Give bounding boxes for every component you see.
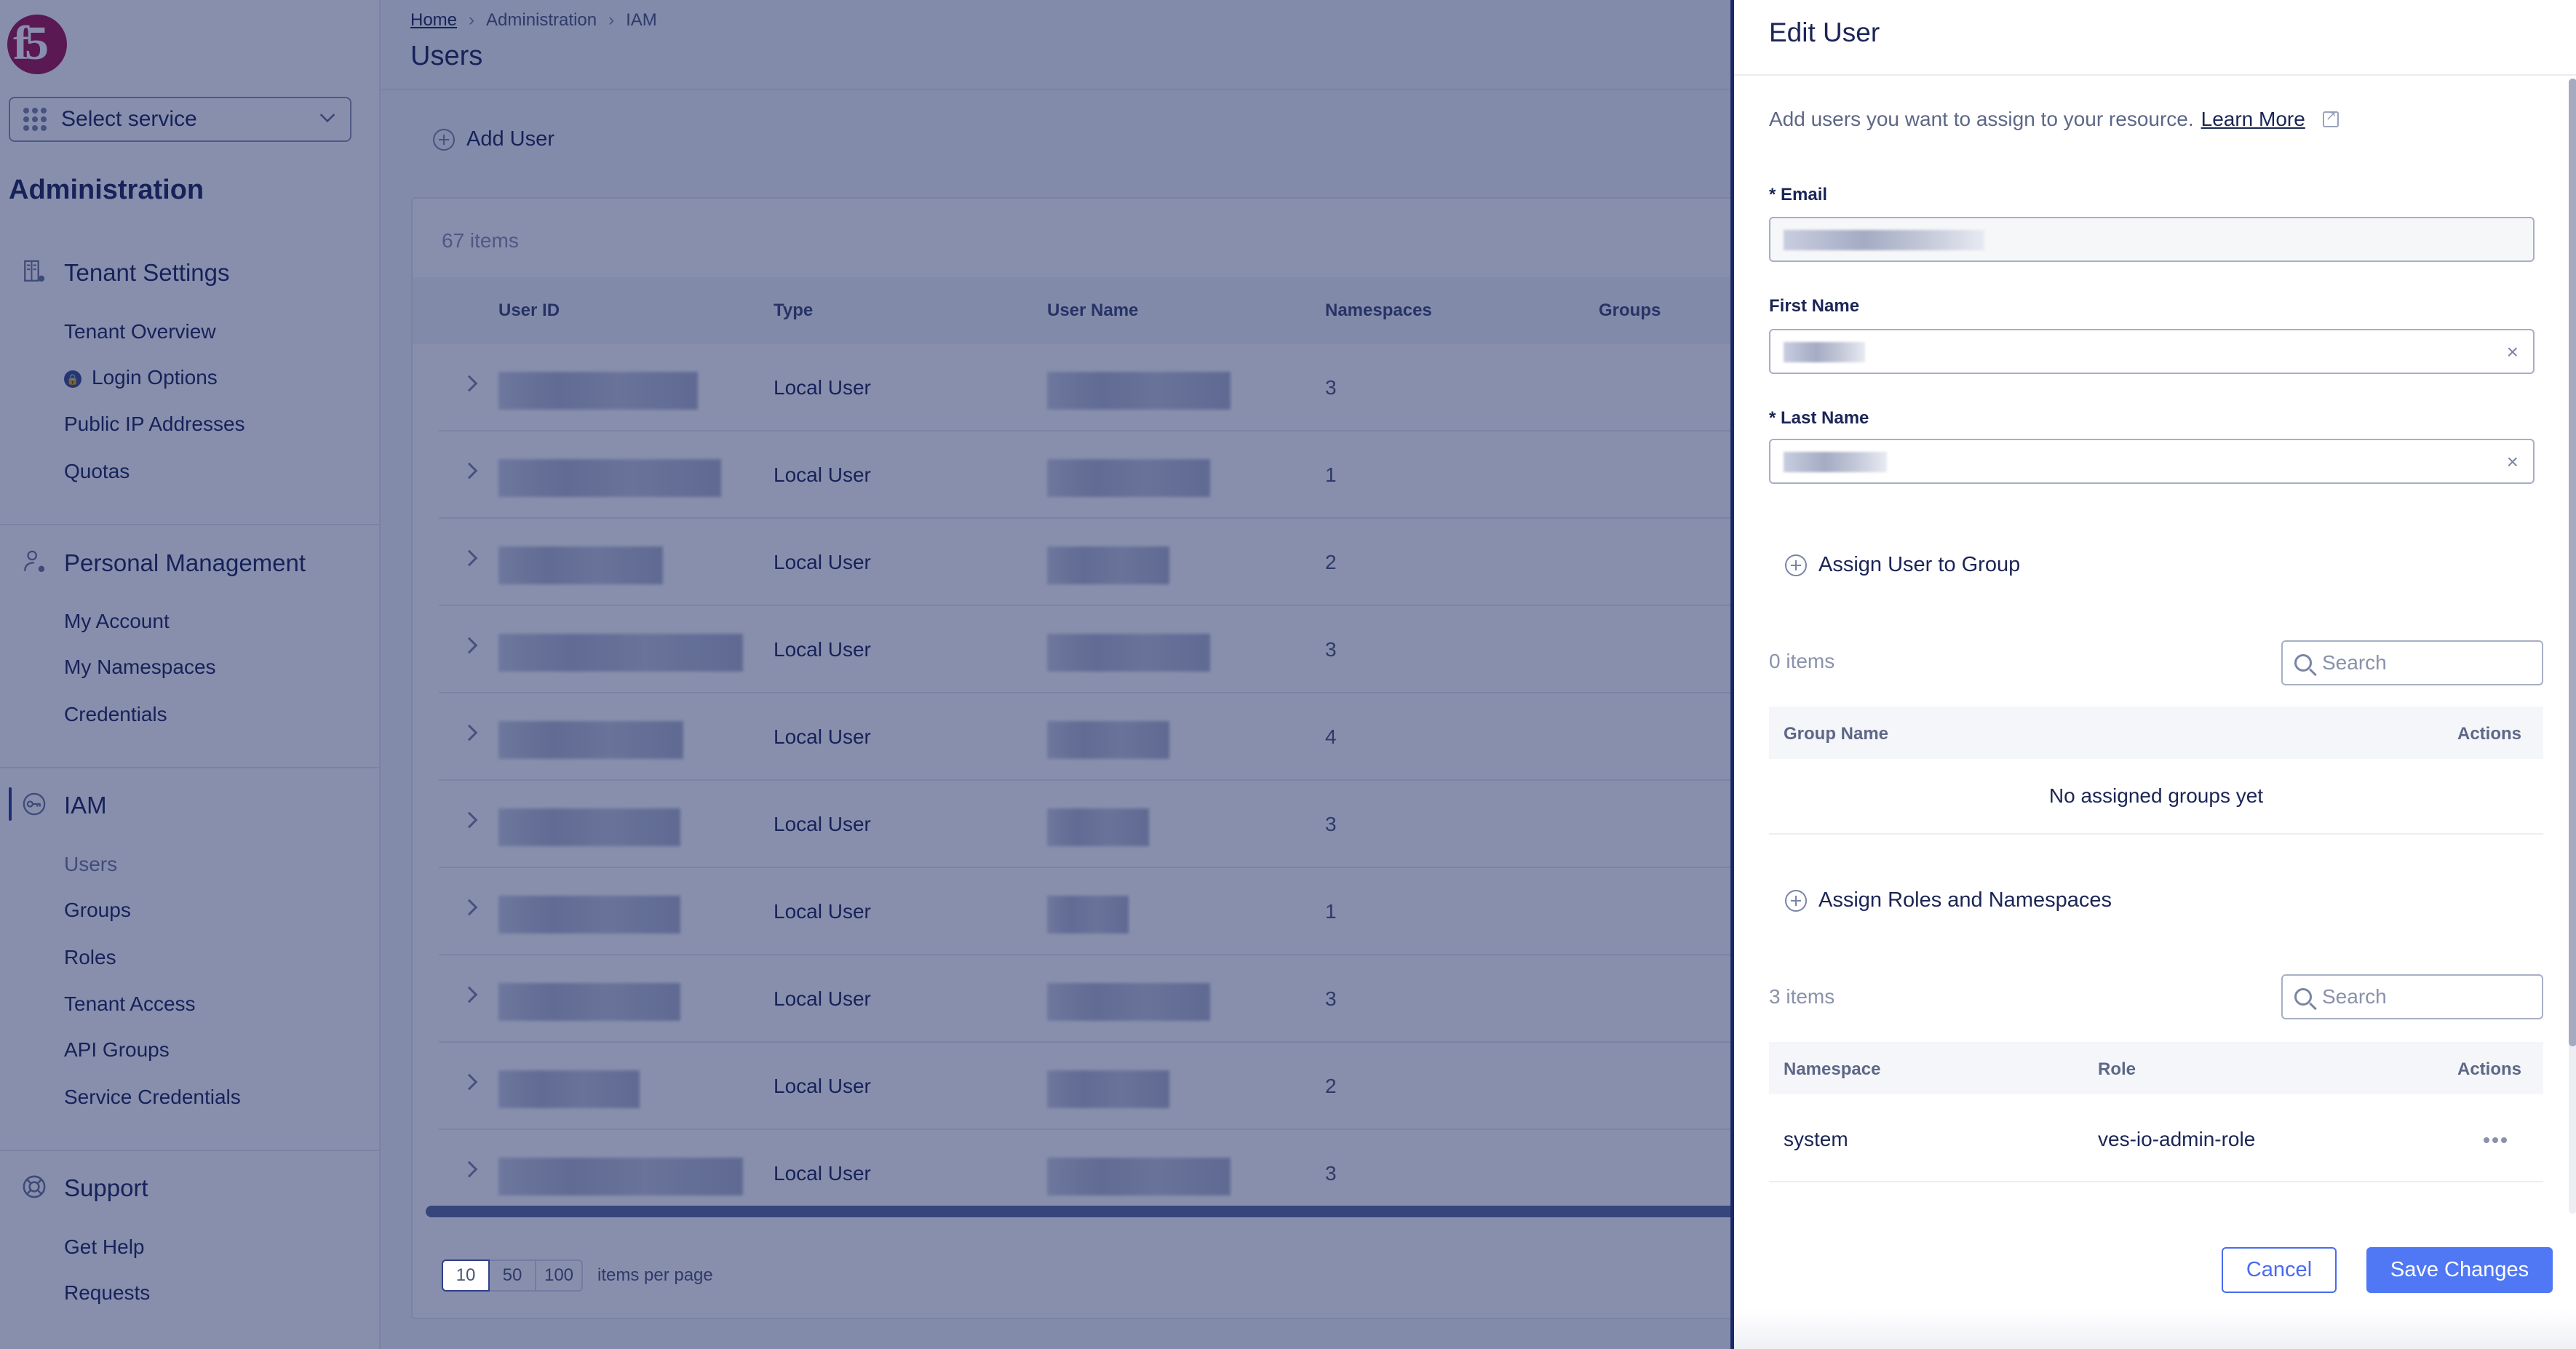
- column-header-role[interactable]: Role: [2098, 1059, 2136, 1080]
- description-text: Add users you want to assign to your res…: [1769, 108, 2194, 130]
- search-icon: [2294, 654, 2312, 672]
- save-changes-button[interactable]: Save Changes: [2366, 1247, 2553, 1293]
- groups-empty-state: No assigned groups yet: [2048, 784, 2264, 807]
- column-header-group-name[interactable]: Group Name: [1784, 724, 1888, 744]
- modal-overlay[interactable]: [0, 0, 1733, 1349]
- search-placeholder: Search: [2322, 985, 2387, 1008]
- external-link-icon[interactable]: [2322, 108, 2339, 127]
- search-placeholder: Search: [2322, 651, 2387, 674]
- email-field[interactable]: [1769, 217, 2535, 262]
- first-name-label: First Name: [1769, 296, 1860, 316]
- first-name-value-redacted: [1784, 342, 1865, 362]
- assign-roles-and-namespaces-button[interactable]: Assign Roles and Namespaces: [1785, 888, 2112, 912]
- last-name-value-redacted: [1784, 452, 1887, 472]
- row-divider: [1769, 1181, 2543, 1182]
- clear-icon[interactable]: ×: [2507, 341, 2519, 364]
- groups-table-header: Group Name Actions: [1769, 707, 2543, 759]
- namespace-cell: system: [1784, 1128, 1848, 1150]
- column-header-actions: Actions: [2457, 1059, 2521, 1079]
- groups-search-input[interactable]: Search: [2281, 640, 2543, 685]
- learn-more-link[interactable]: Learn More: [2201, 108, 2305, 131]
- search-icon: [2294, 988, 2312, 1006]
- last-name-field[interactable]: ×: [1769, 439, 2535, 484]
- assign-user-to-group-button[interactable]: Assign User to Group: [1785, 553, 2020, 577]
- groups-count: 0 items: [1769, 650, 1835, 672]
- page-size-10[interactable]: 10: [442, 1260, 490, 1292]
- more-actions-icon[interactable]: [2484, 1137, 2507, 1143]
- assign-roles-label: Assign Roles and Namespaces: [1818, 888, 2112, 912]
- drawer-footer: [1734, 1310, 2576, 1349]
- cancel-button[interactable]: Cancel: [2222, 1247, 2337, 1293]
- plus-circle-icon: [1785, 554, 1807, 576]
- email-value-redacted: [1784, 230, 1984, 250]
- edit-user-drawer: Edit User Add users you want to assign t…: [1730, 0, 2576, 1349]
- email-label: * Email: [1769, 185, 1828, 204]
- roles-search-input[interactable]: Search: [2281, 974, 2543, 1019]
- drawer-description: Add users you want to assign to your res…: [1769, 108, 2339, 131]
- last-name-label: * Last Name: [1769, 408, 1869, 428]
- column-header-namespace[interactable]: Namespace: [1784, 1059, 1880, 1080]
- row-divider: [1769, 833, 2543, 835]
- column-header-actions: Actions: [2457, 724, 2521, 744]
- roles-table-header: Namespace Role Actions: [1769, 1042, 2543, 1094]
- roles-count: 3 items: [1769, 985, 1835, 1008]
- first-name-field[interactable]: ×: [1769, 329, 2535, 374]
- clear-icon[interactable]: ×: [2507, 450, 2519, 474]
- drawer-scrollbar-thumb[interactable]: [2569, 79, 2576, 1046]
- plus-circle-icon: [1785, 889, 1807, 912]
- drawer-header-divider: [1734, 74, 2576, 76]
- role-cell: ves-io-admin-role: [2098, 1128, 2256, 1150]
- assign-group-label: Assign User to Group: [1818, 553, 2021, 576]
- drawer-title: Edit User: [1769, 17, 1880, 47]
